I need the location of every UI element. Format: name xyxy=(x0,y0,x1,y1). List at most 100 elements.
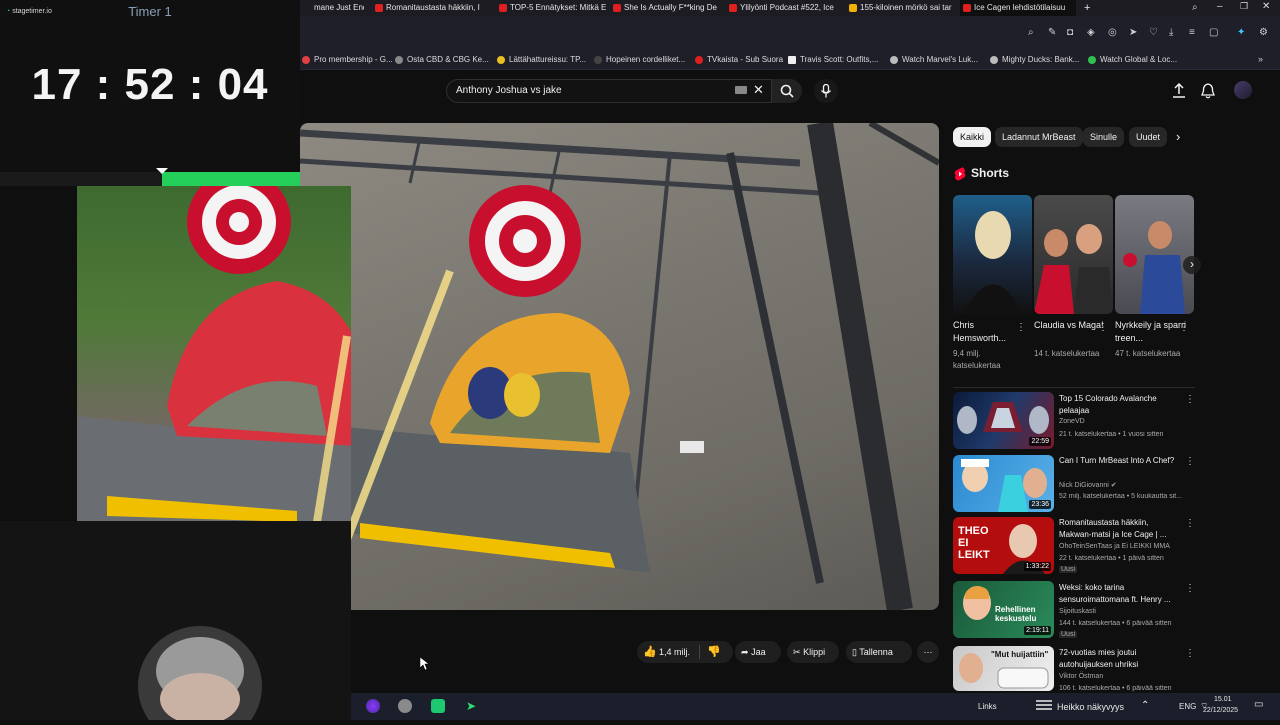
short-title[interactable]: Claudia vs Maga! xyxy=(1034,319,1106,332)
keyboard-icon[interactable] xyxy=(735,86,747,94)
menu-icon[interactable]: ≡ xyxy=(1189,27,1195,38)
more-vertical-icon[interactable]: ⋮ xyxy=(1185,518,1195,529)
search-button[interactable] xyxy=(772,79,802,103)
shield-icon[interactable]: ◈ xyxy=(1087,27,1095,38)
app-icon[interactable] xyxy=(431,699,445,713)
channel-name[interactable]: OhoTeinSenTaas ja Ei LEIKKI MMA xyxy=(1059,543,1170,550)
dislike-button[interactable]: 👎 xyxy=(707,641,721,663)
minimize-icon[interactable]: – xyxy=(1217,1,1223,12)
search-tabs-icon[interactable]: ⌕ xyxy=(1192,2,1198,13)
clock-date[interactable]: 22/12/2025 xyxy=(1203,707,1238,714)
video-meta: 52 milj. katselukertaa • 5 kuukautta sit… xyxy=(1059,493,1183,500)
restore-icon[interactable]: ❐ xyxy=(1240,1,1248,12)
new-tab-button[interactable]: + xyxy=(1080,0,1096,16)
chevron-right-icon[interactable]: » xyxy=(1258,54,1263,64)
video-title[interactable]: Romanitaustasta häkkiin, Makwan-matsi ja… xyxy=(1059,517,1183,541)
video-title[interactable]: 72-vuotias mies joutui autohuijauksen uh… xyxy=(1059,647,1183,671)
chevron-right-icon[interactable]: › xyxy=(1176,129,1180,144)
bookmark-item[interactable]: Mighty Ducks: Bank... xyxy=(990,50,1079,70)
chip-all[interactable]: Kaikki xyxy=(953,127,992,147)
wallet-icon[interactable]: ▢ xyxy=(1209,27,1218,38)
browser-tab[interactable]: TOP-5 Ennätykset: Mitkä E xyxy=(496,0,606,16)
channel-name[interactable]: ZoneVD xyxy=(1059,418,1085,425)
more-vertical-icon[interactable]: ⋮ xyxy=(1185,394,1195,405)
bookmark-item[interactable]: Lättähattureissu: TP... xyxy=(497,50,586,70)
chip-mrbeast[interactable]: Ladannut MrBeast xyxy=(995,127,1083,147)
search-input[interactable]: Anthony Joshua vs jake ✕ xyxy=(446,79,772,103)
chip-for-you[interactable]: Sinulle xyxy=(1083,127,1125,147)
like-button[interactable]: 👍 xyxy=(643,641,657,663)
search-icon[interactable]: ⌕ xyxy=(1028,27,1034,38)
heart-icon[interactable]: ♡ xyxy=(1149,27,1158,38)
video-title[interactable]: Can I Turn MrBeast Into A Chef? xyxy=(1059,455,1183,467)
browser-tab-active[interactable]: Ice Cagen lehdistötilaisuu xyxy=(960,0,1076,16)
clip-button[interactable]: ✂ Klippi xyxy=(787,641,839,663)
more-vertical-icon[interactable]: ⋮ xyxy=(1185,583,1195,594)
clear-search-icon[interactable]: ✕ xyxy=(753,82,764,98)
bookmark-item[interactable]: Hopeinen cordelliket... xyxy=(594,50,685,70)
language-indicator[interactable]: ENG xyxy=(1179,702,1196,711)
short-thumbnail[interactable] xyxy=(1034,195,1113,314)
bookmark-item[interactable]: Pro membership - G... xyxy=(302,50,393,70)
camera-icon[interactable]: ◘ xyxy=(1067,27,1073,38)
channel-name[interactable]: Nick DiGiovanni ✔ xyxy=(1059,481,1117,489)
send-icon[interactable]: ➤ xyxy=(1129,27,1137,38)
webcam-overlay xyxy=(0,521,351,725)
more-vertical-icon[interactable]: ⋮ xyxy=(1179,322,1189,333)
chevron-up-icon[interactable]: ⌃ xyxy=(1141,700,1149,711)
settings-icon[interactable]: ⚙ xyxy=(1259,27,1268,38)
video-thumbnail[interactable]: 22:59 xyxy=(953,392,1054,449)
more-vertical-icon[interactable]: ⋮ xyxy=(1185,648,1195,659)
more-vertical-icon[interactable]: ⋮ xyxy=(1016,322,1026,333)
notifications-icon[interactable] xyxy=(1201,83,1215,99)
weather-text[interactable]: Heikko näkyvyys xyxy=(1057,702,1124,712)
more-vertical-icon[interactable]: ⋮ xyxy=(1098,322,1108,333)
share-button[interactable]: ➦ Jaa xyxy=(735,641,781,663)
upload-icon[interactable] xyxy=(1172,83,1186,99)
browser-tab[interactable]: 155-kiloinen mörkö sai tar xyxy=(846,0,958,16)
terminal-app-icon[interactable]: ➤ xyxy=(464,699,478,713)
notification-center-icon[interactable]: ▭ xyxy=(1254,699,1263,710)
short-title[interactable]: Chris Hemsworth... xyxy=(953,319,1025,345)
bookmark-item[interactable]: Osta CBD & CBG Ke... xyxy=(395,50,489,70)
bookmark-item[interactable]: TVkaista - Sub Suora xyxy=(695,50,783,70)
chip-new[interactable]: Uudet xyxy=(1129,127,1168,147)
video-meta: 21 t. katselukertaa • 1 vuosi sitten xyxy=(1059,431,1164,438)
save-button[interactable]: ▯ Tallenna xyxy=(846,641,912,663)
youtube-icon xyxy=(963,4,971,12)
avatar[interactable] xyxy=(1234,81,1252,99)
short-title[interactable]: Nyrkkeily ja sparri treen... xyxy=(1115,319,1187,345)
more-vertical-icon[interactable]: ⋮ xyxy=(1185,456,1195,467)
bookmark-item[interactable]: Watch Global & Loc... xyxy=(1088,50,1177,70)
browser-tab[interactable]: mane Just Ended | xyxy=(300,0,364,16)
video-thumbnail[interactable]: THEO EI LEIKT 1:33:22 xyxy=(953,517,1054,574)
shorts-next-button[interactable]: › xyxy=(1183,256,1201,274)
browser-tab[interactable]: She Is Actually F**king De xyxy=(610,0,722,16)
video-thumbnail[interactable]: 23:36 xyxy=(953,455,1054,512)
browser-tab[interactable]: Ylilyönti Podcast #522, Ice xyxy=(726,0,838,16)
bookmark-item[interactable]: Watch Marvel's Luk... xyxy=(890,50,978,70)
app-icon[interactable] xyxy=(398,699,412,713)
extension-icon[interactable]: ◎ xyxy=(1108,27,1117,38)
app-icon[interactable] xyxy=(366,699,380,713)
video-title[interactable]: Weksi: koko tarina sensuroimattomana ft.… xyxy=(1059,582,1183,606)
clock-time[interactable]: 15.01 xyxy=(1214,696,1232,703)
voice-search-button[interactable] xyxy=(814,79,838,103)
short-thumbnail[interactable] xyxy=(953,195,1032,314)
channel-name[interactable]: Sijoituskasti xyxy=(1059,608,1096,615)
edit-icon[interactable]: ✎ xyxy=(1048,27,1056,38)
video-thumbnail[interactable]: Rehellinen keskustelu 2:19:11 xyxy=(953,581,1054,638)
short-thumbnail[interactable] xyxy=(1115,195,1194,314)
like-count[interactable]: 1,4 milj. xyxy=(659,641,690,663)
more-actions-button[interactable]: ⋯ xyxy=(917,641,939,663)
browser-tab[interactable]: Romanitaustasta häkkiin, I xyxy=(372,0,484,16)
video-thumbnail[interactable]: "Mut huijattiin" xyxy=(953,646,1054,691)
close-window-icon[interactable]: ✕ xyxy=(1262,1,1270,12)
ai-icon[interactable]: ✦ xyxy=(1237,27,1245,38)
bookmark-item[interactable]: Travis Scott: Outfits,... xyxy=(788,50,878,70)
download-icon[interactable]: ⤓ xyxy=(1169,27,1173,38)
taskbar-links[interactable]: Links xyxy=(978,702,997,711)
video-player[interactable] xyxy=(300,123,939,610)
video-title[interactable]: Top 15 Colorado Avalanche pelaajaa xyxy=(1059,393,1183,417)
channel-name[interactable]: Viktor Östman xyxy=(1059,673,1103,680)
